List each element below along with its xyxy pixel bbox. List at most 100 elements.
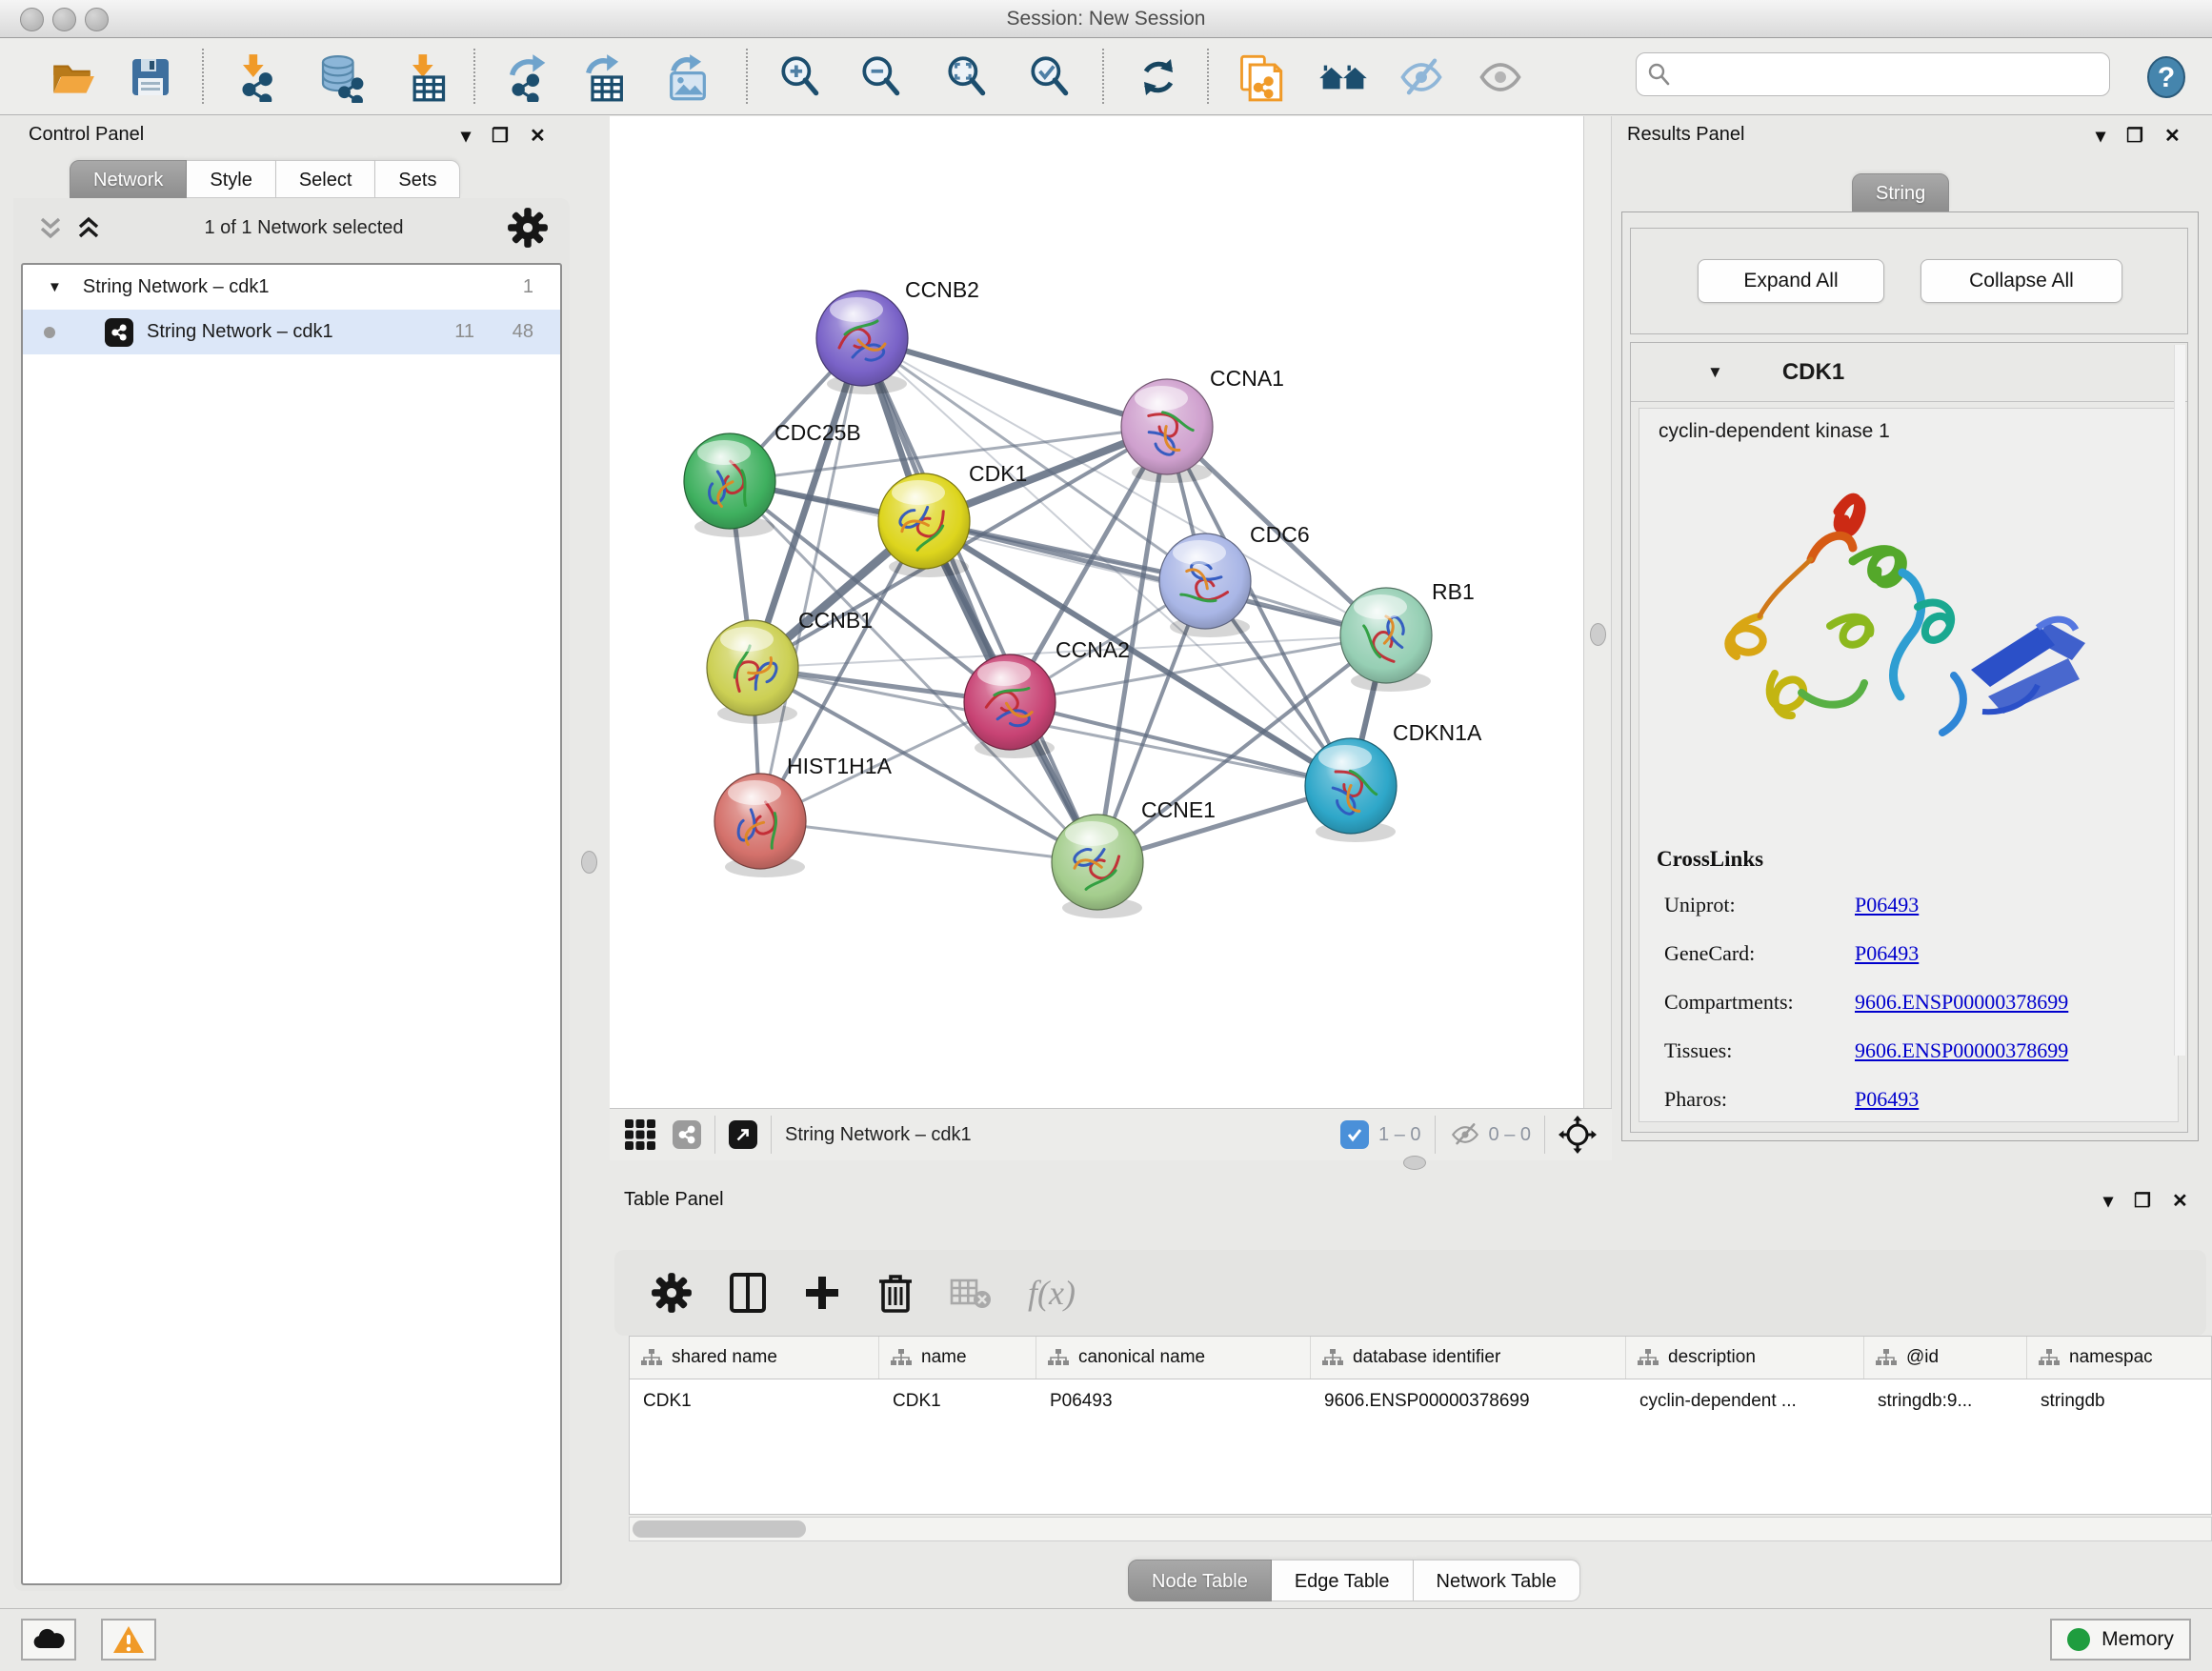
export-image-icon[interactable] bbox=[661, 50, 714, 104]
network-row-selected[interactable]: String Network – cdk1 11 48 bbox=[23, 310, 560, 354]
import-network-database-icon[interactable] bbox=[313, 50, 367, 104]
zoom-fit-icon[interactable] bbox=[940, 50, 994, 104]
crosslink-link[interactable]: P06493 bbox=[1855, 1087, 1919, 1112]
crosslink-link[interactable]: 9606.ENSP00000378699 bbox=[1855, 1038, 2068, 1063]
grid-view-icon[interactable] bbox=[623, 1117, 657, 1152]
tab-sets[interactable]: Sets bbox=[375, 160, 460, 198]
table-cell[interactable]: stringdb bbox=[2027, 1379, 2212, 1422]
import-network-file-icon[interactable] bbox=[229, 50, 282, 104]
column-header-label: name bbox=[921, 1347, 967, 1368]
edge-CCNB2-HIST1H1A[interactable] bbox=[760, 338, 862, 821]
memory-button[interactable]: Memory bbox=[2050, 1619, 2191, 1661]
tab-edge-table[interactable]: Edge Table bbox=[1272, 1560, 1414, 1601]
crosslink-link[interactable]: P06493 bbox=[1855, 941, 1919, 966]
table-cell[interactable]: 9606.ENSP00000378699 bbox=[1311, 1379, 1626, 1422]
tab-select[interactable]: Select bbox=[276, 160, 376, 198]
show-columns-icon[interactable] bbox=[729, 1272, 767, 1314]
open-view-icon[interactable] bbox=[729, 1120, 757, 1149]
panel-collapse-icon[interactable]: ▾ bbox=[2096, 124, 2105, 148]
column-header-canonical-name[interactable]: canonical name bbox=[1036, 1337, 1311, 1379]
edge-CCNB2-CCNE1[interactable] bbox=[862, 338, 1097, 862]
panel-float-icon[interactable]: ❐ bbox=[2126, 124, 2143, 148]
edge-CCNB2-CCNA1[interactable] bbox=[862, 338, 1167, 427]
tab-network[interactable]: Network bbox=[70, 160, 187, 198]
birdseye-crosshair-icon[interactable] bbox=[1558, 1116, 1597, 1154]
expand-all-networks-icon[interactable] bbox=[76, 213, 101, 242]
section-expander-icon[interactable]: ▼ bbox=[1707, 363, 1723, 382]
string-view-icon[interactable] bbox=[673, 1120, 701, 1149]
table-horizontal-scrollbar[interactable] bbox=[629, 1517, 2212, 1541]
left-splitter-handle[interactable] bbox=[581, 851, 597, 874]
right-splitter-handle[interactable] bbox=[1590, 623, 1606, 646]
node-table[interactable]: shared name name canonical namedatabase id… bbox=[629, 1336, 2212, 1515]
selected-checkbox-icon[interactable] bbox=[1340, 1120, 1369, 1149]
zoom-selected-icon[interactable] bbox=[1023, 50, 1076, 104]
node-RB1[interactable]: RB1 bbox=[1340, 579, 1475, 692]
network-canvas[interactable]: CCNB2CCNA1CDC25BCDK1CDC6RB1CCNB1CCNA2CDK… bbox=[610, 116, 1583, 1108]
add-column-icon[interactable] bbox=[803, 1274, 841, 1312]
table-cell[interactable]: stringdb:9... bbox=[1864, 1379, 2027, 1422]
table-cell[interactable]: CDK1 bbox=[879, 1379, 1036, 1422]
export-table-icon[interactable] bbox=[578, 50, 632, 104]
graphics-details-icon[interactable] bbox=[1317, 50, 1370, 104]
save-session-icon[interactable] bbox=[124, 50, 177, 104]
scrollbar-thumb[interactable] bbox=[633, 1520, 806, 1538]
clone-network-icon[interactable] bbox=[1234, 50, 1287, 104]
tab-network-table[interactable]: Network Table bbox=[1414, 1560, 1580, 1601]
edge-CDK1-RB1[interactable] bbox=[924, 521, 1386, 635]
search-input[interactable] bbox=[1636, 52, 2110, 96]
crosslink-label: Pharos: bbox=[1664, 1087, 1855, 1112]
network-options-gear-icon[interactable] bbox=[507, 207, 549, 249]
expand-all-button[interactable]: Expand All bbox=[1698, 259, 1884, 303]
delete-column-icon[interactable] bbox=[877, 1272, 914, 1314]
node-HIST1H1A[interactable]: HIST1H1A bbox=[714, 754, 893, 877]
collapse-all-networks-icon[interactable] bbox=[38, 213, 63, 242]
tab-string[interactable]: String bbox=[1852, 173, 1949, 211]
network-collection-row[interactable]: ▼ String Network – cdk1 1 bbox=[23, 265, 560, 310]
tab-style[interactable]: Style bbox=[187, 160, 275, 198]
refresh-layout-icon[interactable] bbox=[1132, 50, 1185, 104]
tab-node-table[interactable]: Node Table bbox=[1128, 1560, 1272, 1601]
results-scrollbar[interactable] bbox=[2174, 345, 2185, 1056]
zoom-in-icon[interactable] bbox=[774, 50, 827, 104]
table-cell[interactable]: cyclin-dependent ... bbox=[1626, 1379, 1864, 1422]
table-row[interactable]: CDK1CDK1P064939606.ENSP00000378699cyclin… bbox=[630, 1379, 2211, 1422]
crosslink-link[interactable]: 9606.ENSP00000378699 bbox=[1855, 990, 2068, 1015]
open-session-icon[interactable] bbox=[46, 50, 99, 104]
column-header--id[interactable]: @id bbox=[1864, 1337, 2027, 1379]
hidden-eye-icon[interactable] bbox=[1449, 1120, 1481, 1149]
help-button[interactable]: ? bbox=[2140, 50, 2193, 104]
import-table-icon[interactable] bbox=[398, 50, 452, 104]
panel-float-icon[interactable]: ❐ bbox=[492, 124, 509, 148]
panel-float-icon[interactable]: ❐ bbox=[2134, 1189, 2151, 1213]
column-header-database-identifier[interactable]: database identifier bbox=[1311, 1337, 1626, 1379]
hide-graphics-icon[interactable] bbox=[1395, 50, 1448, 104]
zoom-out-icon[interactable] bbox=[855, 50, 908, 104]
cloud-button[interactable] bbox=[21, 1619, 76, 1661]
horizontal-splitter-handle[interactable] bbox=[1403, 1156, 1426, 1170]
node-CCNB2[interactable]: CCNB2 bbox=[816, 277, 979, 394]
tree-expander-icon[interactable]: ▼ bbox=[48, 279, 62, 295]
gene-section-header[interactable]: ▼ CDK1 bbox=[1631, 343, 2187, 402]
export-network-icon[interactable] bbox=[502, 50, 555, 104]
column-header-name[interactable]: name bbox=[879, 1337, 1036, 1379]
panel-close-icon[interactable]: ✕ bbox=[530, 124, 546, 148]
table-options-gear-icon[interactable] bbox=[651, 1272, 693, 1314]
node-CCNB1[interactable]: CCNB1 bbox=[707, 608, 873, 724]
search-icon bbox=[1647, 62, 1672, 87]
panel-collapse-icon[interactable]: ▾ bbox=[2103, 1189, 2113, 1213]
node-CCNA1[interactable]: CCNA1 bbox=[1121, 366, 1284, 483]
table-cell[interactable]: CDK1 bbox=[630, 1379, 879, 1422]
panel-close-icon[interactable]: ✕ bbox=[2172, 1189, 2188, 1213]
column-header-namespac[interactable]: namespac bbox=[2027, 1337, 2212, 1379]
panel-collapse-icon[interactable]: ▾ bbox=[461, 124, 471, 148]
node-CDKN1A[interactable]: CDKN1A bbox=[1305, 720, 1482, 842]
collapse-all-button[interactable]: Collapse All bbox=[1920, 259, 2122, 303]
column-header-description[interactable]: description bbox=[1626, 1337, 1864, 1379]
edge-HIST1H1A-CCNE1[interactable] bbox=[760, 821, 1097, 862]
column-header-shared-name[interactable]: shared name bbox=[630, 1337, 879, 1379]
panel-close-icon[interactable]: ✕ bbox=[2164, 124, 2181, 148]
table-cell[interactable]: P06493 bbox=[1036, 1379, 1311, 1422]
warning-button[interactable] bbox=[101, 1619, 156, 1661]
crosslink-link[interactable]: P06493 bbox=[1855, 893, 1919, 917]
